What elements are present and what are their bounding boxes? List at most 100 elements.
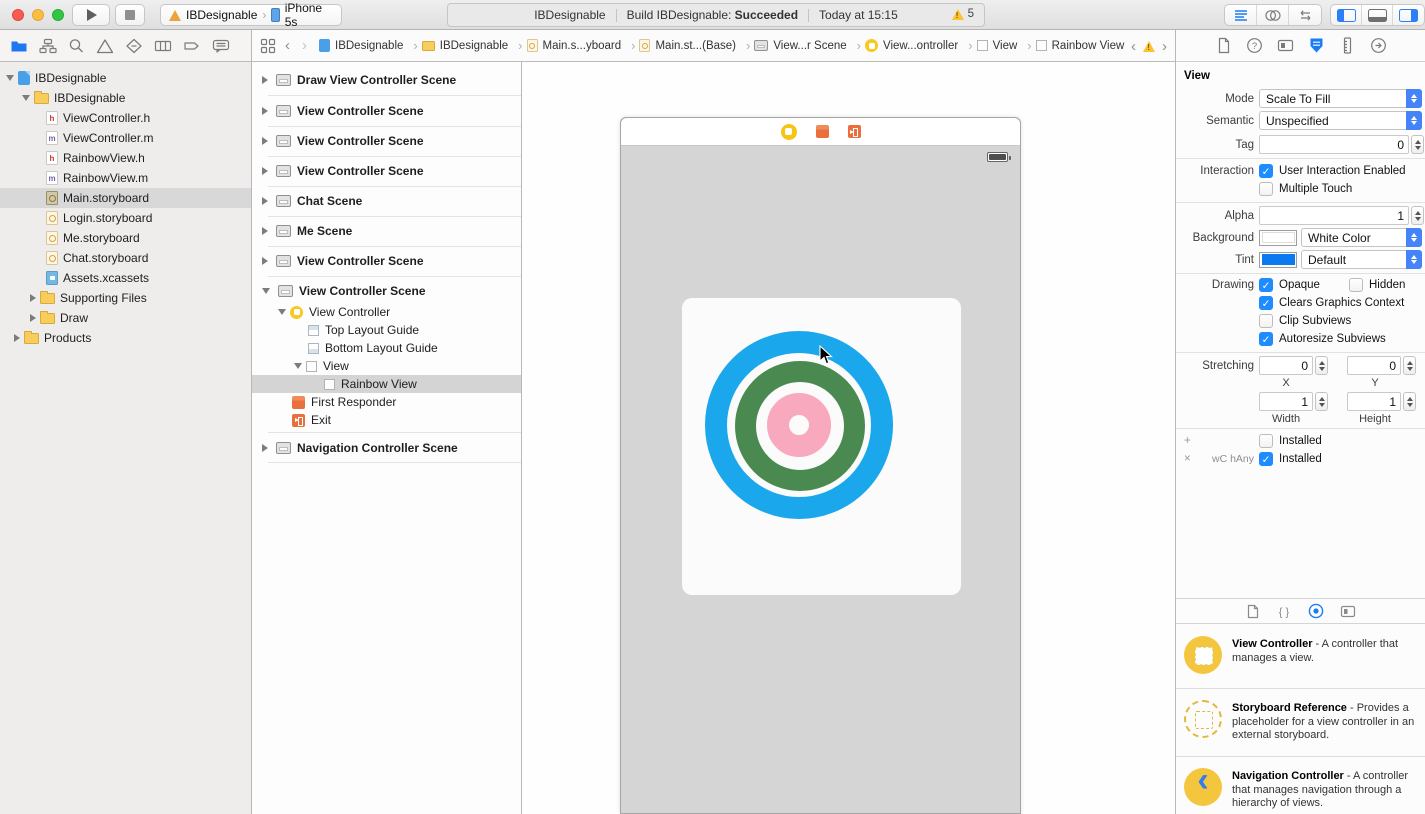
stretch-y-stepper[interactable] bbox=[1403, 356, 1416, 375]
disclosure-open-icon[interactable] bbox=[6, 75, 14, 81]
disclosure-open-icon[interactable] bbox=[22, 95, 30, 101]
outline-item-view[interactable]: View bbox=[252, 357, 521, 375]
project-navigator-tab[interactable] bbox=[10, 38, 28, 54]
alpha-stepper[interactable] bbox=[1411, 206, 1424, 225]
tree-item-file[interactable]: h ViewController.h bbox=[0, 108, 251, 128]
stretch-height-field[interactable]: 1 bbox=[1347, 392, 1401, 411]
disclosure-closed-icon[interactable] bbox=[262, 107, 268, 115]
outline-item-view-controller[interactable]: View Controller bbox=[252, 303, 521, 321]
library-item-view-controller[interactable]: View Controller - A controller that mana… bbox=[1176, 628, 1425, 686]
tree-item-products[interactable]: Products bbox=[0, 328, 251, 348]
attributes-inspector-tab-selected[interactable] bbox=[1308, 37, 1325, 54]
tag-field[interactable]: 0 bbox=[1259, 135, 1409, 154]
tree-item-file[interactable]: h RainbowView.h bbox=[0, 148, 251, 168]
run-button[interactable] bbox=[72, 4, 110, 26]
close-button[interactable] bbox=[12, 9, 24, 21]
outline-item-first-responder[interactable]: First Responder bbox=[252, 393, 521, 411]
search-navigator-tab[interactable] bbox=[68, 38, 85, 54]
minimize-button[interactable] bbox=[32, 9, 44, 21]
tree-item-folder[interactable]: Supporting Files bbox=[0, 288, 251, 308]
disclosure-closed-icon[interactable] bbox=[262, 257, 268, 265]
forward-button[interactable]: › bbox=[302, 37, 307, 54]
library-item-storyboard-reference[interactable]: Storyboard Reference - Provides a placeh… bbox=[1176, 692, 1425, 754]
stop-button[interactable] bbox=[115, 4, 145, 26]
tree-item-file[interactable]: Login.storyboard bbox=[0, 208, 251, 228]
object-library-tab-selected[interactable] bbox=[1308, 603, 1324, 619]
tint-color-well[interactable] bbox=[1259, 251, 1297, 268]
remove-variation-button[interactable]: × bbox=[1184, 453, 1191, 465]
scene-row[interactable]: View Controller Scene bbox=[252, 159, 521, 183]
previous-issue-button[interactable]: ‹ bbox=[1131, 38, 1136, 55]
tree-item-file[interactable]: m RainbowView.m bbox=[0, 168, 251, 188]
scene-row[interactable]: Draw View Controller Scene bbox=[252, 68, 521, 92]
tree-item-project[interactable]: IBDesignable bbox=[0, 68, 251, 88]
user-interaction-checkbox[interactable] bbox=[1259, 164, 1273, 179]
disclosure-closed-icon[interactable] bbox=[14, 334, 20, 342]
background-dropdown[interactable]: White Color bbox=[1301, 228, 1422, 247]
warning-badge[interactable]: 5 bbox=[951, 8, 974, 20]
scene-row[interactable]: View Controller Scene bbox=[252, 129, 521, 153]
stretch-x-stepper[interactable] bbox=[1315, 356, 1328, 375]
library-item-navigation-controller[interactable]: Navigation Controller - A controller tha… bbox=[1176, 760, 1425, 814]
scene-row[interactable]: View Controller Scene bbox=[252, 99, 521, 123]
storyboard-canvas[interactable] bbox=[522, 62, 1175, 814]
tag-stepper[interactable] bbox=[1411, 135, 1424, 154]
stretch-height-stepper[interactable] bbox=[1403, 392, 1416, 411]
outline-item-rainbow-view-selected[interactable]: Rainbow View bbox=[252, 375, 521, 393]
outline-item-bottom-layout-guide[interactable]: Bottom Layout Guide bbox=[252, 339, 521, 357]
debug-area-button[interactable] bbox=[1362, 5, 1393, 25]
tint-dropdown[interactable]: Default bbox=[1301, 250, 1422, 269]
symbol-navigator-tab[interactable] bbox=[39, 38, 57, 54]
zoom-button[interactable] bbox=[52, 9, 64, 21]
stretch-width-field[interactable]: 1 bbox=[1259, 392, 1313, 411]
stretch-x-field[interactable]: 0 bbox=[1259, 356, 1313, 375]
scene-row[interactable]: Me Scene bbox=[252, 219, 521, 243]
first-responder-icon[interactable] bbox=[815, 125, 829, 138]
disclosure-closed-icon[interactable] bbox=[262, 227, 268, 235]
media-library-tab[interactable] bbox=[1340, 604, 1356, 619]
tree-item-file[interactable]: Me.storyboard bbox=[0, 228, 251, 248]
view-controller-icon[interactable] bbox=[780, 123, 797, 140]
clip-subviews-checkbox[interactable] bbox=[1259, 314, 1273, 328]
breadcrumb-storyboard[interactable]: Main.s...yboard bbox=[526, 38, 636, 53]
exit-icon[interactable] bbox=[847, 125, 861, 138]
version-editor-button[interactable] bbox=[1289, 5, 1321, 25]
breadcrumb-scene[interactable]: View...r Scene bbox=[754, 38, 861, 53]
breadcrumb-rainbow-view[interactable]: Rainbow View bbox=[1035, 40, 1130, 52]
scheme-selector[interactable]: IBDesignable › iPhone 5s bbox=[160, 1, 342, 29]
multiple-touch-checkbox[interactable] bbox=[1259, 182, 1273, 196]
identity-inspector-tab[interactable] bbox=[1277, 37, 1294, 54]
scene-row[interactable]: Chat Scene bbox=[252, 189, 521, 213]
disclosure-closed-icon[interactable] bbox=[262, 197, 268, 205]
view-controller-frame[interactable] bbox=[620, 117, 1021, 814]
breadcrumb-storyboard-base[interactable]: Main.st...(Base) bbox=[639, 38, 750, 53]
disclosure-closed-icon[interactable] bbox=[30, 314, 36, 322]
scene-row-expanded[interactable]: View Controller Scene bbox=[252, 279, 521, 303]
size-inspector-tab[interactable] bbox=[1339, 37, 1356, 54]
device-screen[interactable] bbox=[621, 146, 1020, 813]
disclosure-open-icon[interactable] bbox=[262, 288, 270, 294]
quick-help-inspector-tab[interactable]: ? bbox=[1246, 37, 1263, 54]
disclosure-closed-icon[interactable] bbox=[262, 167, 268, 175]
installed-variation-checkbox[interactable] bbox=[1259, 452, 1273, 467]
report-navigator-tab[interactable] bbox=[212, 38, 230, 54]
related-items-button[interactable] bbox=[260, 38, 276, 54]
add-variation-button[interactable]: + bbox=[1184, 435, 1191, 447]
test-navigator-tab[interactable] bbox=[125, 38, 143, 54]
debug-navigator-tab[interactable] bbox=[154, 38, 172, 54]
navigator-panel-button[interactable] bbox=[1331, 5, 1362, 25]
disclosure-closed-icon[interactable] bbox=[30, 294, 36, 302]
scene-row[interactable]: View Controller Scene bbox=[252, 249, 521, 273]
stretch-y-field[interactable]: 0 bbox=[1347, 356, 1401, 375]
back-button[interactable]: ‹ bbox=[285, 37, 290, 54]
autoresize-subviews-checkbox[interactable] bbox=[1259, 332, 1273, 347]
scene-row[interactable]: Navigation Controller Scene bbox=[252, 436, 521, 460]
hidden-checkbox[interactable] bbox=[1349, 278, 1363, 292]
assistant-editor-button[interactable] bbox=[1257, 5, 1289, 25]
disclosure-closed-icon[interactable] bbox=[262, 76, 268, 84]
mode-dropdown[interactable]: Scale To Fill bbox=[1259, 89, 1422, 108]
breadcrumb-view-controller[interactable]: View...ontroller bbox=[865, 38, 973, 53]
tree-item-group[interactable]: IBDesignable bbox=[0, 88, 251, 108]
standard-editor-button[interactable] bbox=[1225, 5, 1257, 25]
breakpoint-navigator-tab[interactable] bbox=[183, 38, 201, 54]
